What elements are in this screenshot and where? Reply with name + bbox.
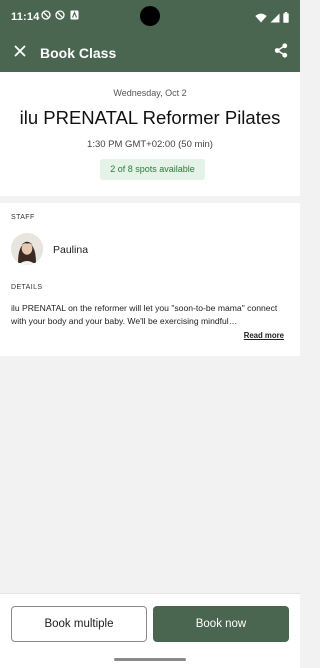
- share-button[interactable]: [270, 42, 292, 64]
- do-not-disturb-icon: [55, 10, 65, 23]
- battery-icon: [283, 10, 289, 28]
- status-icons-right: [255, 10, 289, 28]
- bottom-action-bar: Book multiple Book now: [0, 593, 300, 668]
- gesture-navigation-bar[interactable]: [114, 658, 186, 661]
- class-info-card: STAFF Paulina DETAILS ilu PRENATAL on th…: [0, 203, 300, 356]
- wifi-icon: [255, 10, 267, 28]
- staff-section-label: STAFF: [11, 214, 35, 221]
- details-section-label: DETAILS: [11, 284, 43, 291]
- close-icon: [14, 44, 26, 62]
- class-title: ilu PRENATAL Reformer Pilates: [19, 107, 281, 128]
- staff-name[interactable]: Paulina: [53, 244, 88, 256]
- book-now-button[interactable]: Book now: [153, 606, 289, 642]
- app-bar: Book Class: [0, 34, 300, 72]
- do-not-disturb-icon: [41, 10, 51, 23]
- class-date: Wednesday, Oct 2: [113, 88, 187, 98]
- share-icon: [274, 43, 288, 63]
- status-time: 11:14: [11, 11, 40, 23]
- read-more-link[interactable]: Read more: [244, 331, 284, 340]
- close-button[interactable]: [9, 42, 31, 64]
- class-time: 1:30 PM GMT+02:00 (50 min): [87, 139, 213, 150]
- class-description: ilu PRENATAL on the reformer will let yo…: [11, 303, 278, 326]
- camera-cutout: [140, 6, 160, 26]
- status-bar: 11:14: [0, 0, 300, 34]
- class-header-card: Wednesday, Oct 2 ilu PRENATAL Reformer P…: [0, 72, 300, 196]
- app-notification-icon: [70, 10, 79, 23]
- book-multiple-button[interactable]: Book multiple: [11, 606, 147, 642]
- staff-avatar[interactable]: [11, 233, 43, 265]
- signal-icon: [270, 10, 280, 28]
- availability-badge: 2 of 8 spots available: [100, 159, 205, 180]
- page-title: Book Class: [40, 45, 117, 61]
